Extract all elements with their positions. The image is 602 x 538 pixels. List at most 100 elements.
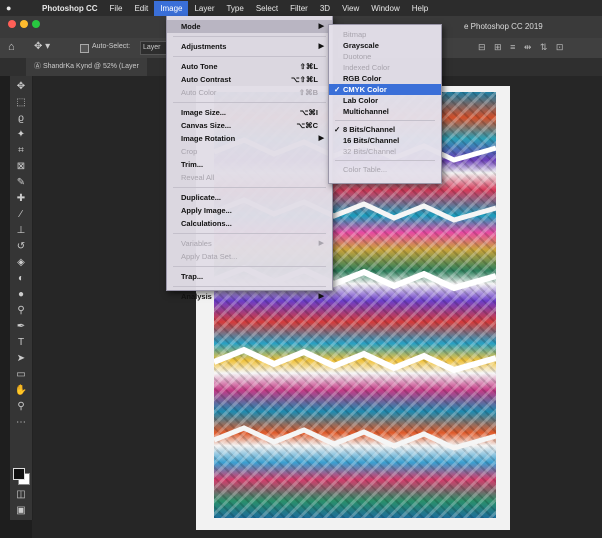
minimize-window-button[interactable] bbox=[20, 20, 28, 28]
eyedropper-tool-icon[interactable]: ✎ bbox=[13, 176, 29, 190]
menu-item-label: 8 Bits/Channel bbox=[343, 125, 396, 134]
image-menu-item-apply-image[interactable]: Apply Image... bbox=[167, 204, 332, 217]
document-tab[interactable]: Ⓐ ShandrKa Kynd @ 52% (Layer bbox=[26, 58, 147, 76]
lasso-tool-icon[interactable]: ϱ bbox=[13, 112, 29, 126]
menu-item-label: CMYK Color bbox=[343, 85, 387, 94]
align-buttons-icon[interactable]: ⊟ ⊞ ≡ ⇹ ⇅ ⊡ bbox=[478, 42, 566, 53]
menu-3d[interactable]: 3D bbox=[314, 4, 336, 13]
menu-window[interactable]: Window bbox=[365, 4, 405, 13]
zoom-tool-icon[interactable]: ⚲ bbox=[13, 400, 29, 414]
image-menu-item-auto-contrast[interactable]: Auto Contrast ⌥⇧⌘L bbox=[167, 73, 332, 86]
menu-app-name[interactable]: Photoshop CC bbox=[36, 4, 104, 13]
marquee-tool-icon[interactable]: ⬚ bbox=[13, 96, 29, 110]
quick-mask-icon[interactable]: ◫ bbox=[13, 488, 29, 502]
menu-help[interactable]: Help bbox=[406, 4, 434, 13]
auto-select-target-dropdown[interactable]: Layer bbox=[140, 41, 168, 55]
menu-item-shortcut: ⌥⇧⌘L bbox=[290, 75, 318, 84]
image-menu-item-auto-color: Auto Color ⇧⌘B bbox=[167, 86, 332, 99]
menu-item-label: 16 Bits/Channel bbox=[343, 136, 400, 145]
menu-image[interactable]: Image bbox=[154, 0, 189, 16]
menu-item-shortcut: ⌥⌘I bbox=[299, 108, 318, 117]
submenu-arrow-icon: ▶ bbox=[318, 240, 324, 247]
hand-tool-icon[interactable]: ✋ bbox=[13, 384, 29, 398]
image-menu-item-trim[interactable]: Trim... bbox=[167, 158, 332, 171]
mode-item-color-table: Color Table... bbox=[329, 164, 441, 175]
mode-item-multichannel[interactable]: Multichannel bbox=[329, 106, 441, 117]
image-menu-dropdown: Mode ▶ Adjustments ▶ Auto Tone ⇧⌘L Auto Contra… bbox=[166, 16, 333, 301]
gradient-tool-icon[interactable]: ◐ bbox=[13, 272, 29, 286]
menu-separator bbox=[173, 233, 326, 234]
crop-tool-icon[interactable]: ⌗ bbox=[13, 144, 29, 158]
mode-item-8-bits-channel[interactable]: ✓ 8 Bits/Channel bbox=[329, 124, 441, 135]
image-menu-item-image-rotation[interactable]: Image Rotation ▶ bbox=[167, 132, 332, 145]
menu-item-label: Calculations... bbox=[181, 219, 232, 228]
type-tool-icon[interactable]: T bbox=[13, 336, 29, 350]
image-menu-item-duplicate[interactable]: Duplicate... bbox=[167, 191, 332, 204]
image-menu-item-variables: Variables ▶ bbox=[167, 237, 332, 250]
mode-item-16-bits-channel[interactable]: 16 Bits/Channel bbox=[329, 135, 441, 146]
auto-select-checkbox[interactable] bbox=[80, 44, 89, 53]
submenu-arrow-icon: ▶ bbox=[318, 23, 324, 30]
pen-tool-icon[interactable]: ✒ bbox=[13, 320, 29, 334]
mode-item-lab-color[interactable]: Lab Color bbox=[329, 95, 441, 106]
mode-item-bitmap: Bitmap bbox=[329, 29, 441, 40]
mode-item-grayscale[interactable]: Grayscale bbox=[329, 40, 441, 51]
home-icon[interactable]: ⌂ bbox=[8, 41, 15, 53]
menu-item-label: Mode bbox=[181, 22, 201, 31]
blur-tool-icon[interactable]: ● bbox=[13, 288, 29, 302]
image-menu-item-trap[interactable]: Trap... bbox=[167, 270, 332, 283]
menu-item-label: Trim... bbox=[181, 160, 204, 169]
menu-item-label: Duotone bbox=[343, 52, 372, 61]
menu-filter[interactable]: Filter bbox=[284, 4, 314, 13]
screen-mode-icon[interactable]: ▣ bbox=[13, 504, 29, 518]
history-brush-icon[interactable]: ↺ bbox=[13, 240, 29, 254]
menu-item-label: Crop bbox=[181, 147, 198, 156]
image-menu-item-canvas-size[interactable]: Canvas Size... ⌥⌘C bbox=[167, 119, 332, 132]
more-tools-icon[interactable]: ⋯ bbox=[13, 416, 29, 430]
menu-file[interactable]: File bbox=[104, 4, 129, 13]
mode-item-cmyk-color[interactable]: ✓ CMYK Color bbox=[329, 84, 441, 95]
menu-item-label: RGB Color bbox=[343, 74, 382, 83]
healing-brush-icon[interactable]: ✚ bbox=[13, 192, 29, 206]
submenu-arrow-icon: ▶ bbox=[318, 293, 324, 300]
image-menu-item-image-size[interactable]: Image Size... ⌥⌘I bbox=[167, 106, 332, 119]
image-menu-item-adjustments[interactable]: Adjustments ▶ bbox=[167, 40, 332, 53]
menu-item-shortcut: ⌥⌘C bbox=[296, 121, 318, 130]
menu-select[interactable]: Select bbox=[250, 4, 284, 13]
eraser-tool-icon[interactable]: ◈ bbox=[13, 256, 29, 270]
move-tool-icon[interactable]: ✥ bbox=[13, 80, 29, 94]
menu-item-label: Reveal All bbox=[181, 173, 215, 182]
mode-item-indexed-color: Indexed Color bbox=[329, 62, 441, 73]
menu-item-label: Lab Color bbox=[343, 96, 378, 105]
move-tool-icon[interactable]: ✥ ▾ bbox=[34, 41, 50, 52]
dodge-tool-icon[interactable]: ⚲ bbox=[13, 304, 29, 318]
mode-item-duotone: Duotone bbox=[329, 51, 441, 62]
foreground-color-swatch[interactable] bbox=[13, 468, 25, 480]
menu-item-shortcut: ⇧⌘B bbox=[298, 88, 318, 97]
image-menu-item-mode[interactable]: Mode ▶ bbox=[167, 20, 332, 33]
image-menu-item-calculations[interactable]: Calculations... bbox=[167, 217, 332, 230]
apple-icon[interactable]: ● bbox=[6, 3, 18, 13]
mode-item-32-bits-channel: 32 Bits/Channel bbox=[329, 146, 441, 157]
menu-edit[interactable]: Edit bbox=[128, 4, 154, 13]
clone-stamp-icon[interactable]: ⊥ bbox=[13, 224, 29, 238]
brush-tool-icon[interactable]: ∕ bbox=[13, 208, 29, 222]
frame-tool-icon[interactable]: ⊠ bbox=[13, 160, 29, 174]
menu-item-label: Adjustments bbox=[181, 42, 227, 51]
image-menu-item-analysis[interactable]: Analysis ▶ bbox=[167, 290, 332, 303]
rectangle-tool-icon[interactable]: ▭ bbox=[13, 368, 29, 382]
image-menu-item-auto-tone[interactable]: Auto Tone ⇧⌘L bbox=[167, 60, 332, 73]
zoom-window-button[interactable] bbox=[32, 20, 40, 28]
close-window-button[interactable] bbox=[8, 20, 16, 28]
path-selection-icon[interactable]: ➤ bbox=[13, 352, 29, 366]
mode-item-rgb-color[interactable]: RGB Color bbox=[329, 73, 441, 84]
menu-type[interactable]: Type bbox=[220, 4, 249, 13]
checkmark-icon: ✓ bbox=[334, 125, 341, 134]
magic-wand-tool-icon[interactable]: ✦ bbox=[13, 128, 29, 142]
menu-item-label: Canvas Size... bbox=[181, 121, 232, 130]
menu-item-label: Duplicate... bbox=[181, 193, 222, 202]
menu-layer[interactable]: Layer bbox=[188, 4, 220, 13]
menu-item-label: Bitmap bbox=[343, 30, 367, 39]
menu-item-label: Analysis bbox=[181, 292, 212, 301]
menu-view[interactable]: View bbox=[336, 4, 365, 13]
